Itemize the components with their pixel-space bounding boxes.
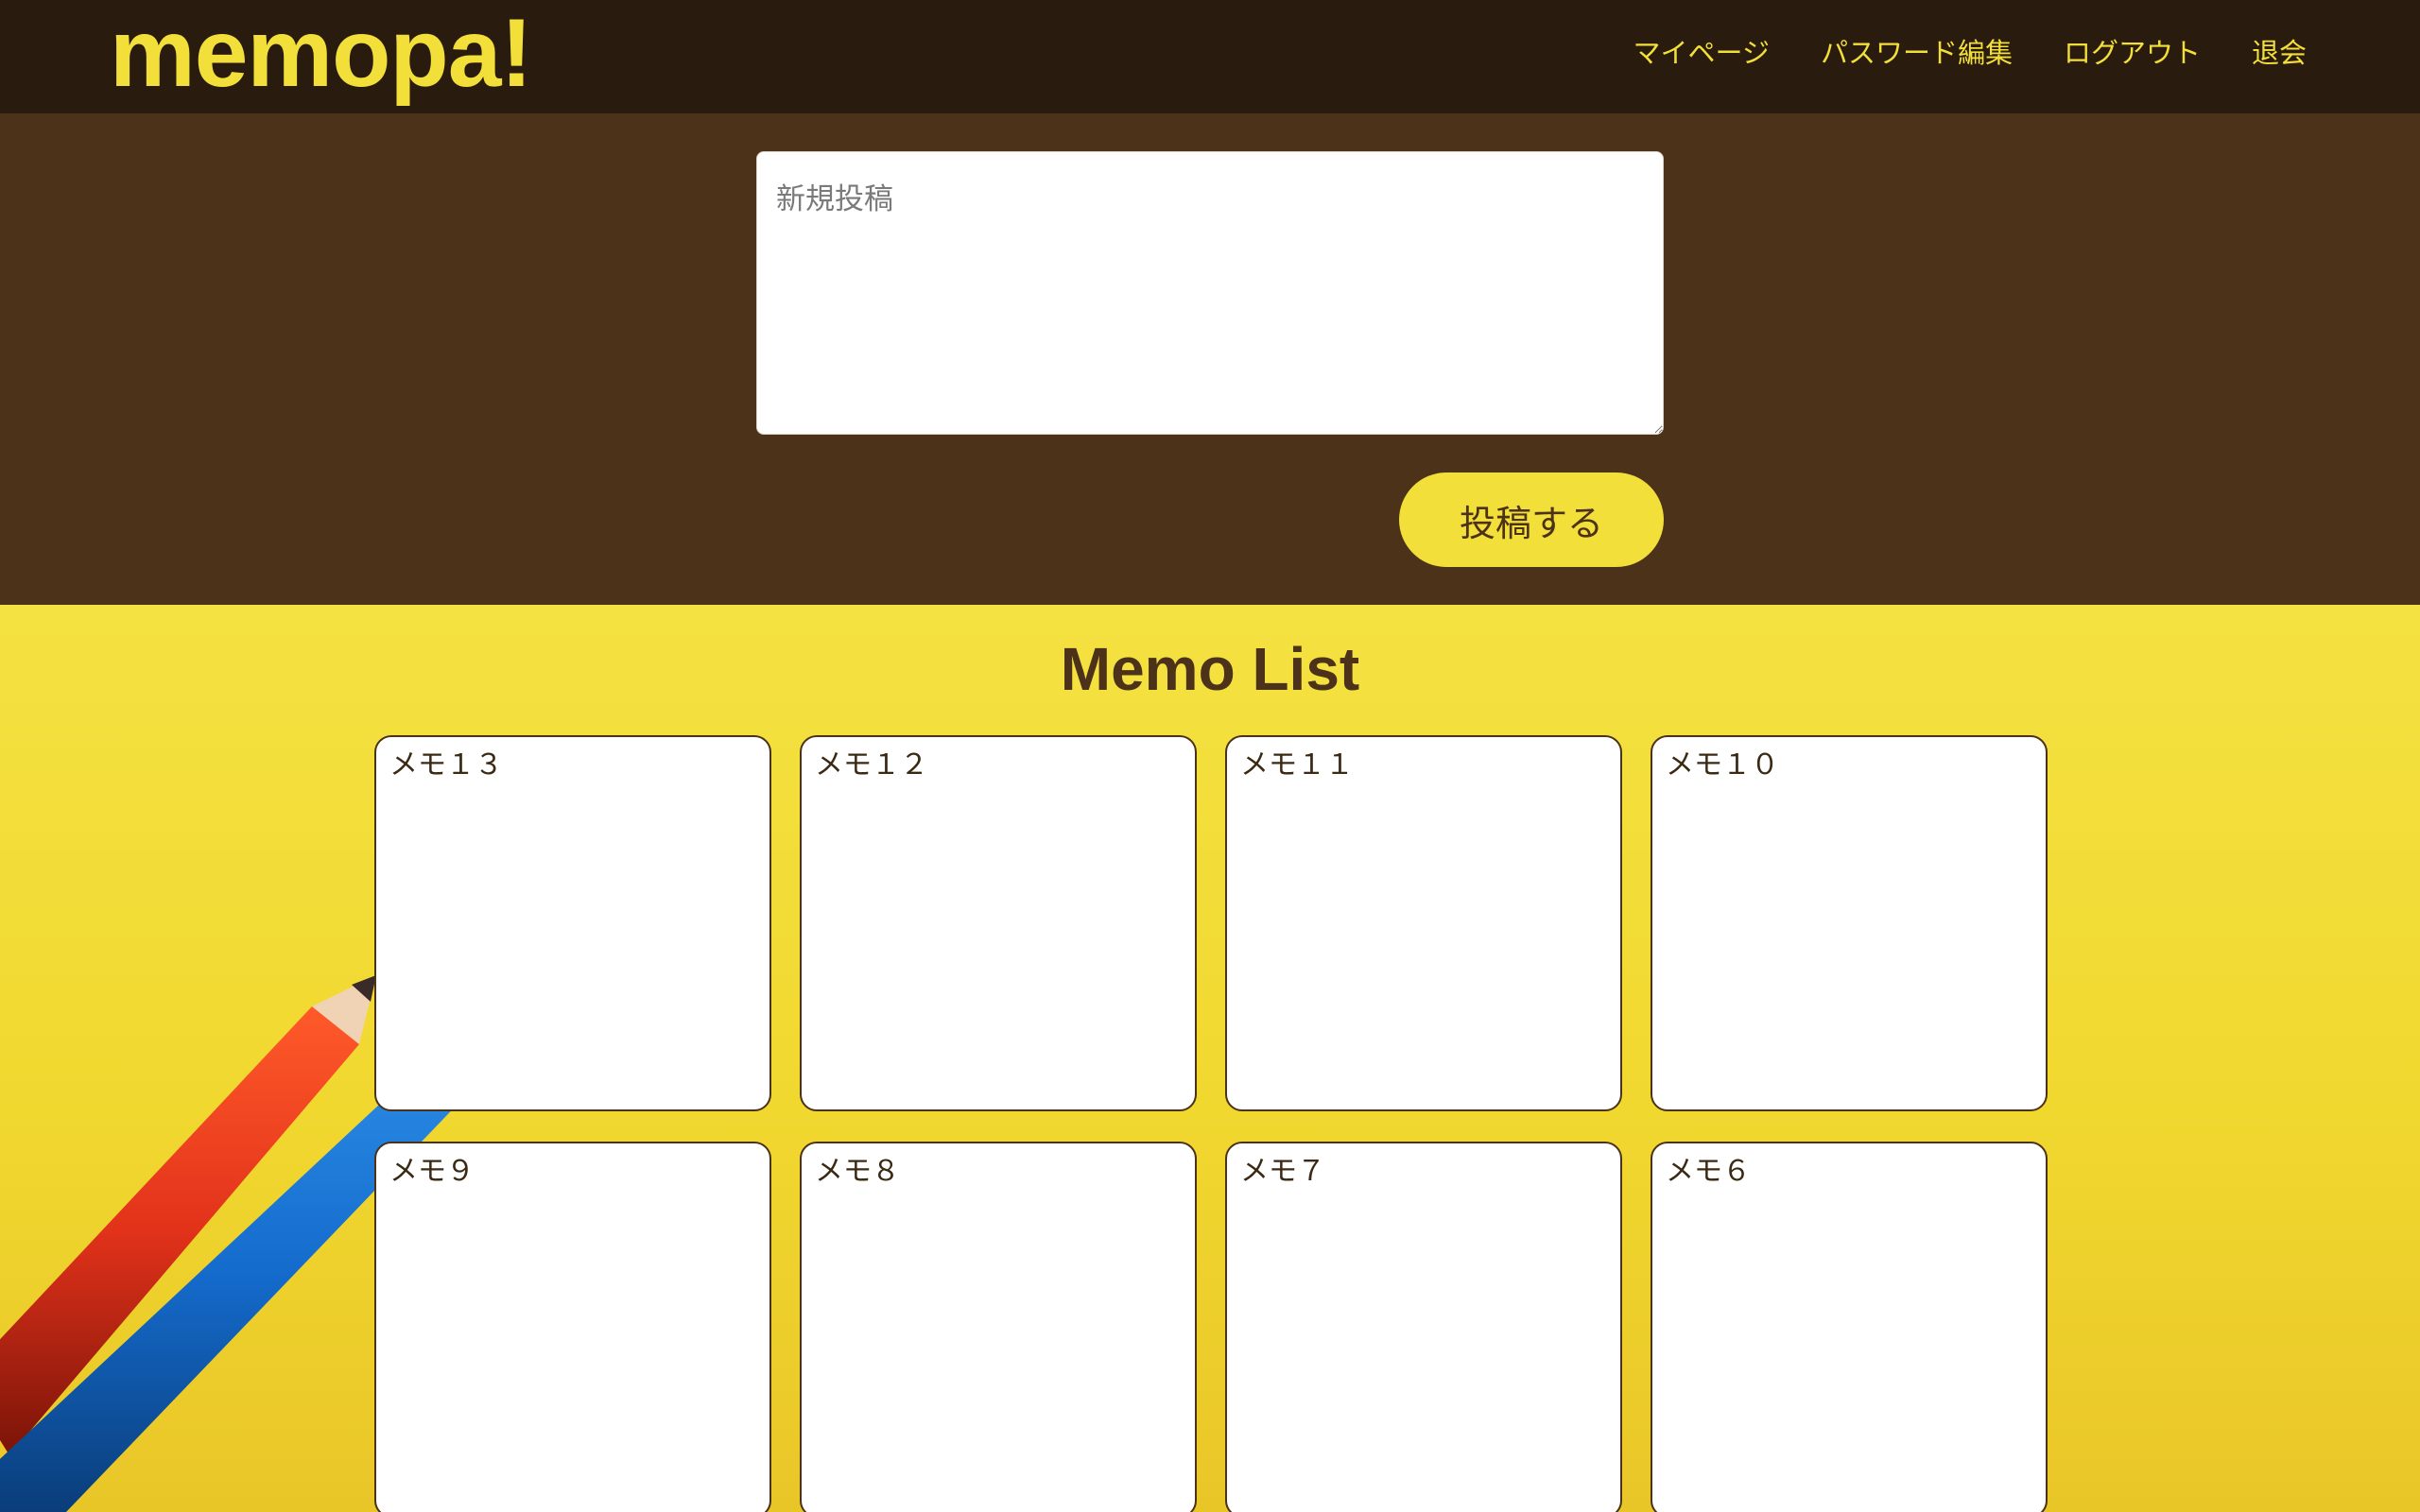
nav-logout-link[interactable]: ログアウト	[2064, 28, 2201, 77]
logo[interactable]: memopa!	[110, 0, 532, 106]
memo-text: メモ６	[1666, 1155, 1751, 1188]
header: memopa! マイページ パスワード編集 ログアウト 退会	[0, 0, 2420, 113]
memo-list-title: Memo List	[1060, 635, 1360, 703]
memo-card[interactable]: メモ１０	[1651, 735, 2048, 1111]
nav-withdraw-link[interactable]: 退会	[2252, 28, 2307, 77]
memo-card[interactable]: メモ１３	[374, 735, 771, 1111]
memo-card[interactable]: メモ１２	[800, 735, 1197, 1111]
nav-menu: マイページ パスワード編集 ログアウト 退会	[1634, 28, 2307, 77]
new-post-textarea[interactable]	[756, 151, 1664, 435]
memo-text: メモ１１	[1240, 748, 1354, 782]
memo-text: メモ９	[389, 1155, 475, 1188]
memo-list-section: Memo List メモ１３ メモ１２ メモ１１ メモ１０ メモ９ メモ８ メモ…	[0, 605, 2420, 1512]
nav-password-edit-link[interactable]: パスワード編集	[1821, 28, 2013, 77]
submit-post-button[interactable]: 投稿する	[1399, 472, 1664, 567]
memo-text: メモ１３	[389, 748, 503, 782]
memo-card[interactable]: メモ１１	[1225, 735, 1622, 1111]
memo-text: メモ８	[815, 1155, 900, 1188]
memo-card[interactable]: メモ７	[1225, 1142, 1622, 1512]
memo-card[interactable]: メモ６	[1651, 1142, 2048, 1512]
memo-card[interactable]: メモ９	[374, 1142, 771, 1512]
memo-card[interactable]: メモ８	[800, 1142, 1197, 1512]
memo-text: メモ７	[1240, 1155, 1325, 1188]
page: memopa! マイページ パスワード編集 ログアウト 退会 投稿する	[0, 0, 2420, 1512]
post-section: 投稿する	[0, 113, 2420, 605]
memo-grid: メモ１３ メモ１２ メモ１１ メモ１０ メモ９ メモ８ メモ７ メモ６	[374, 735, 2048, 1512]
memo-text: メモ１０	[1666, 748, 1779, 782]
nav-mypage-link[interactable]: マイページ	[1634, 28, 1770, 77]
memo-text: メモ１２	[815, 748, 928, 782]
